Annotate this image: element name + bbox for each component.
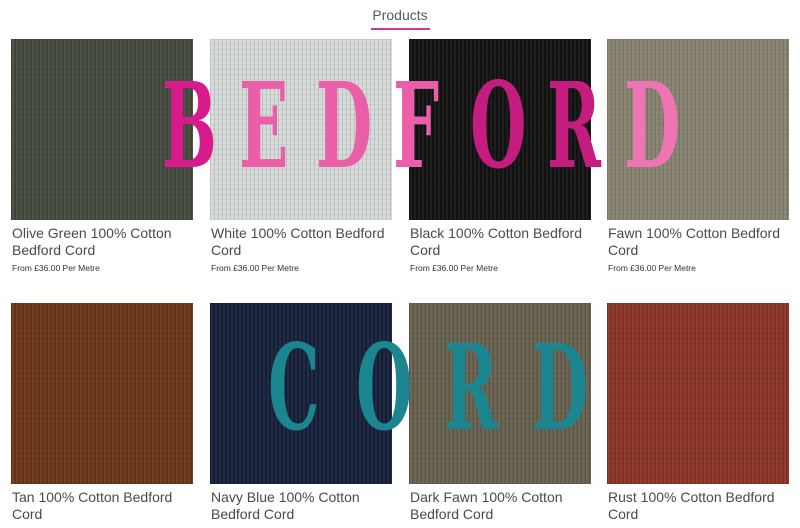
overlay-letter: D xyxy=(316,56,373,195)
overlay-letter: D xyxy=(532,318,589,457)
product-name[interactable]: Rust 100% Cotton Bedford Cord xyxy=(608,489,790,523)
product-name[interactable]: White 100% Cotton Bedford Cord xyxy=(211,225,393,259)
overlay-letter: B xyxy=(162,56,217,195)
product-price: From £36.00 Per Metre xyxy=(410,263,498,273)
overlay-letter: O xyxy=(470,56,527,195)
product-name[interactable]: Black 100% Cotton Bedford Cord xyxy=(410,225,592,259)
overlay-letter: C xyxy=(268,318,320,457)
product-price: From £36.00 Per Metre xyxy=(211,263,299,273)
product-price: From £36.00 Per Metre xyxy=(12,263,100,273)
product-name[interactable]: Fawn 100% Cotton Bedford Cord xyxy=(608,225,790,259)
bedford-overlay-text: BEDFORD xyxy=(162,56,681,196)
product-name[interactable]: Dark Fawn 100% Cotton Bedford Cord xyxy=(410,489,592,523)
overlay-letter: D xyxy=(624,56,681,195)
cord-overlay-text: CORD xyxy=(268,318,589,458)
product-name[interactable]: Tan 100% Cotton Bedford Cord xyxy=(12,489,194,523)
overlay-letter: R xyxy=(444,318,498,457)
product-name[interactable]: Olive Green 100% Cotton Bedford Cord xyxy=(12,225,194,259)
product-name[interactable]: Navy Blue 100% Cotton Bedford Cord xyxy=(211,489,393,523)
overlay-letter: O xyxy=(356,318,413,457)
overlay-letter: E xyxy=(239,56,289,195)
product-swatch-image[interactable] xyxy=(11,303,193,484)
product-swatch-image[interactable] xyxy=(607,303,789,484)
page-title[interactable]: Products xyxy=(0,7,800,23)
overlay-letter: R xyxy=(547,56,601,195)
section-header: Products xyxy=(0,0,800,36)
product-price: From £36.00 Per Metre xyxy=(608,263,696,273)
overlay-letter: F xyxy=(393,56,440,195)
title-underline xyxy=(371,28,430,30)
